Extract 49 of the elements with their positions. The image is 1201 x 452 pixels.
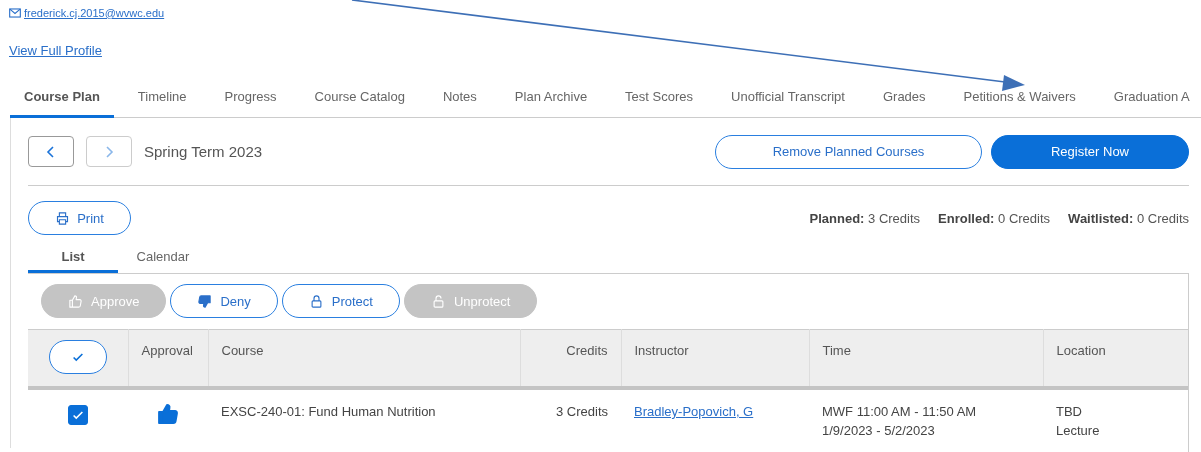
column-header: Instructor <box>621 329 809 388</box>
column-header: Approval <box>128 329 208 388</box>
table-cell-text: 1/9/2023 - 5/2/2023 <box>822 422 936 440</box>
nav-tab[interactable]: Course Plan <box>10 83 114 118</box>
toolbar-button[interactable]: Deny <box>170 284 278 318</box>
nav-tab[interactable]: Timeline <box>123 83 201 118</box>
thumbs-down-icon <box>197 293 213 309</box>
table-cell-text: MWF 11:00 AM - 11:50 AM <box>822 403 978 421</box>
column-header: Course <box>208 329 520 388</box>
padlock-icon <box>308 293 324 309</box>
table-cell: EXSC-240-01: Fund Human Nutrition <box>208 388 520 452</box>
credit-total: Planned: 3 Credits <box>809 210 921 226</box>
credit-total: Waitlisted: 0 Credits <box>1068 210 1189 226</box>
remove-courses-button[interactable]: Remove Planned Courses <box>715 134 982 169</box>
open-padlock-icon <box>430 293 446 309</box>
view-tab[interactable]: Calendar <box>118 243 208 273</box>
toolbar-button[interactable]: Protect <box>281 284 400 318</box>
thumbs-up-icon <box>156 402 180 426</box>
register-button[interactable]: Register Now <box>991 134 1189 169</box>
instructor-link[interactable]: Bradley-Popovich, G <box>634 404 754 419</box>
chevron-right-icon <box>103 144 115 159</box>
nav-tab[interactable]: Unofficial Transcript <box>717 83 859 118</box>
column-header: Time <box>809 329 1043 388</box>
nav-tab[interactable]: Course Catalog <box>300 83 419 118</box>
column-header: Credits <box>520 329 621 388</box>
thumbs-up-icon <box>68 293 83 309</box>
nav-tab[interactable]: Petitions & Waivers <box>949 83 1090 118</box>
nav-tab[interactable]: Notes <box>428 83 491 118</box>
nav-tab[interactable]: Grades <box>868 83 940 118</box>
printer-icon <box>55 210 71 226</box>
table-cell-text: Lecture <box>1056 422 1101 440</box>
nav-tab[interactable]: Graduation A <box>1099 83 1201 118</box>
email-link[interactable]: frederick.cj.2015@wvwc.edu <box>9 7 165 19</box>
envelope-icon <box>9 8 21 18</box>
nav-tab[interactable]: Progress <box>210 83 291 118</box>
print-button[interactable]: Print <box>28 201 131 235</box>
select-all-button[interactable] <box>48 340 107 374</box>
table-cell-text: TBD <box>1056 403 1083 421</box>
column-header: Location <box>1043 329 1188 388</box>
term-title: Spring Term 2023 <box>144 143 263 160</box>
view-profile-link[interactable]: View Full Profile <box>9 43 102 58</box>
credit-total: Enrolled: 0 Credits <box>938 210 1051 226</box>
nav-tab[interactable]: Test Scores <box>611 83 708 118</box>
table-cell: 3 Credits <box>520 388 621 452</box>
nav-tab[interactable]: Plan Archive <box>500 83 602 118</box>
view-tab[interactable]: List <box>28 243 118 273</box>
chevron-left-icon <box>45 144 57 159</box>
previous-term-button[interactable] <box>28 136 74 167</box>
row-checkbox[interactable] <box>68 405 88 425</box>
